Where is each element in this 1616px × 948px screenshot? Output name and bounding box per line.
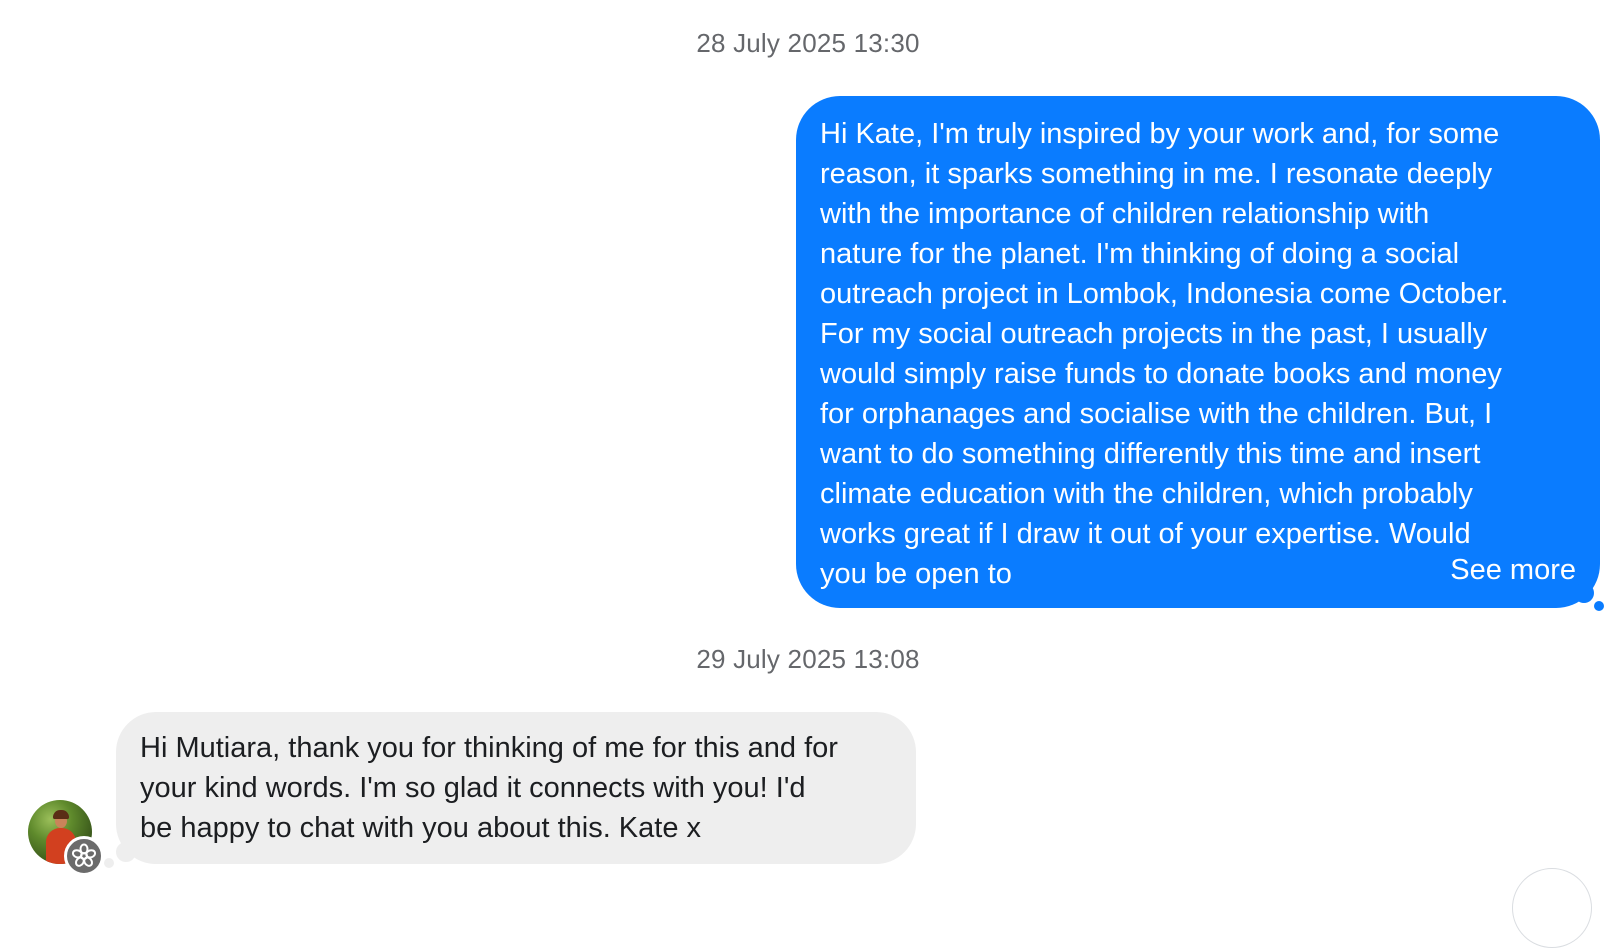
timestamp-second: 29 July 2025 13:08 xyxy=(696,644,920,674)
incoming-message-bubble[interactable]: Hi Mutiara, thank you for thinking of me… xyxy=(116,712,916,864)
incoming-bubble-tail-dot xyxy=(104,858,114,868)
avatar-figure-hair xyxy=(53,810,69,819)
see-more-link[interactable]: See more xyxy=(1450,550,1576,590)
flower-badge-icon xyxy=(64,836,104,876)
outgoing-bubble-tail-dot xyxy=(1594,601,1604,611)
scroll-to-bottom-button[interactable] xyxy=(1512,868,1592,948)
outgoing-bubble-tail xyxy=(1574,583,1594,603)
incoming-message-text: Hi Mutiara, thank you for thinking of me… xyxy=(140,732,838,844)
incoming-bubble-tail xyxy=(116,842,136,862)
timestamp-first: 28 July 2025 13:30 xyxy=(696,28,920,58)
outgoing-message-bubble[interactable]: Hi Kate, I'm truly inspired by your work… xyxy=(796,96,1600,608)
outgoing-message-text: Hi Kate, I'm truly inspired by your work… xyxy=(820,118,1509,590)
